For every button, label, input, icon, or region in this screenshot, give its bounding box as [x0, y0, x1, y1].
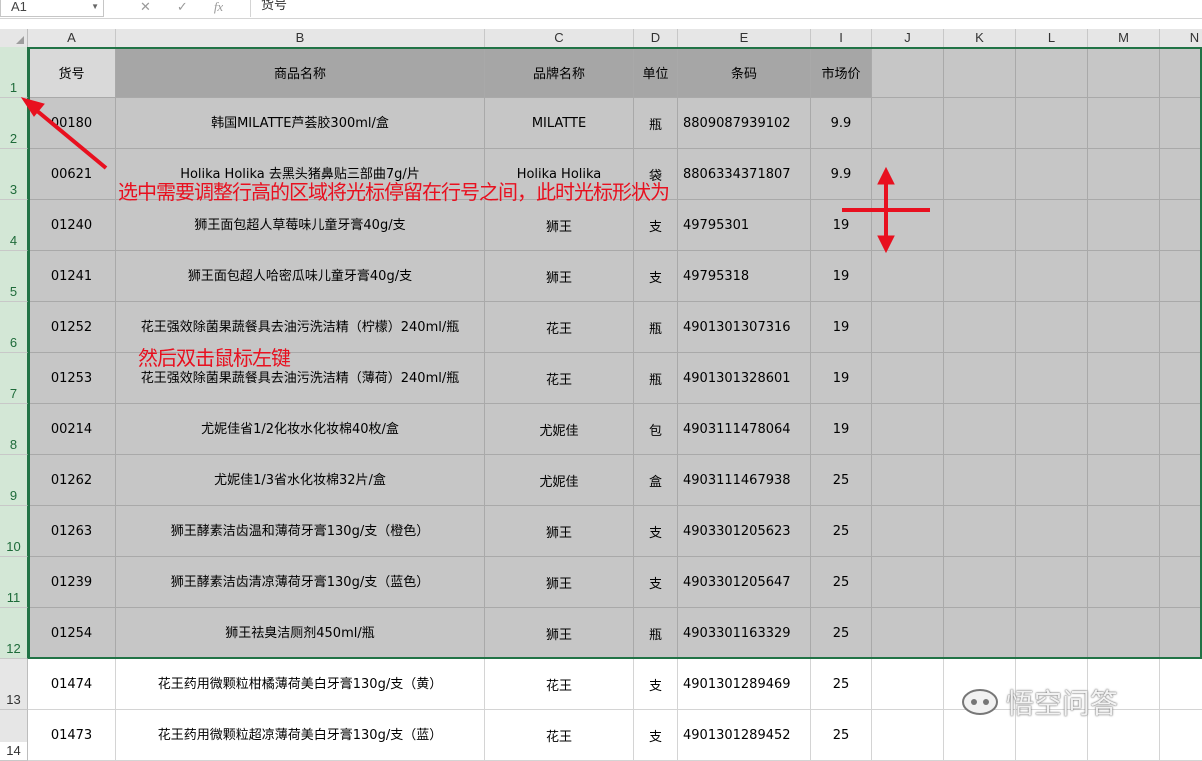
annotation-step2: 然后双击鼠标左键	[138, 346, 291, 370]
wukong-logo-icon	[962, 689, 998, 715]
pointer-arrow	[20, 97, 108, 170]
resize-cursor-icon	[842, 166, 930, 254]
watermark: 悟空问答	[960, 682, 1118, 722]
row-number: 14	[6, 743, 21, 758]
annotation-step1: 选中需要调整行高的区域将光标停留在行号之间，此时光标形状为	[118, 180, 670, 204]
annotation-overlay	[20, 97, 930, 254]
watermark-text: 悟空问答	[1006, 687, 1119, 720]
